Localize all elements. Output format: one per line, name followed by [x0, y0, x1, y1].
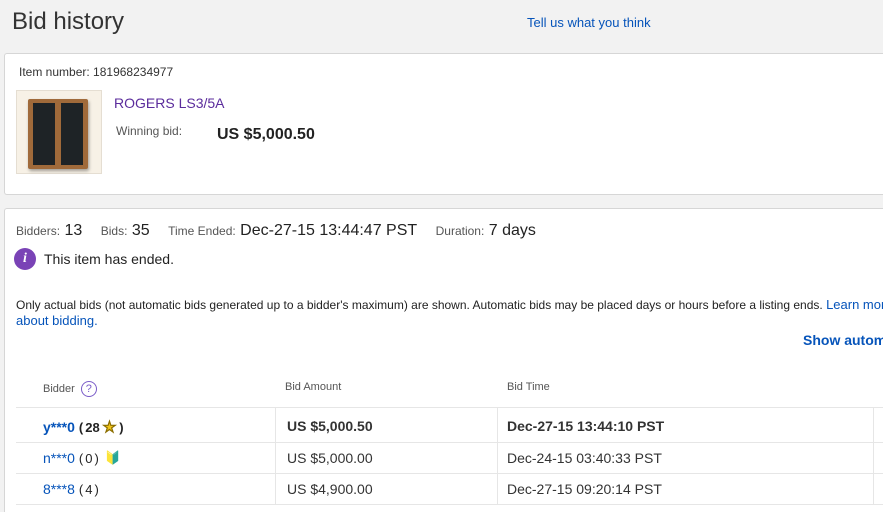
duration-label: Duration: [435, 224, 485, 238]
bidder-link[interactable]: y***0 [43, 419, 75, 435]
new-user-icon: 🔰 [104, 450, 122, 465]
table-header: Bidder ? Bid Amount Bid Time [16, 374, 883, 408]
page-title: Bid history [12, 8, 125, 35]
item-title-link[interactable]: ROGERS LS3/5A [114, 95, 225, 111]
item-number-label: Item number: [19, 65, 90, 79]
info-icon: i [14, 248, 36, 270]
speaker-image [28, 99, 88, 169]
feedback-close: ) [94, 450, 99, 466]
header-bidder-label: Bidder [43, 383, 75, 395]
header-bidder: Bidder ? [43, 381, 97, 397]
bid-amount-cell: US $5,000.50 [287, 418, 373, 434]
time-ended-value: Dec-27-15 13:44:47 PST [240, 222, 418, 239]
bidder-cell: n***0 ( 0 ) 🔰 [43, 450, 121, 466]
bid-history-table: Bidder ? Bid Amount Bid Time y***0 ( 28 … [16, 374, 883, 505]
feedback-link[interactable]: Tell us what you think [527, 15, 651, 30]
item-thumbnail[interactable] [16, 90, 102, 174]
winning-bid-label: Winning bid: [116, 124, 183, 138]
bid-amount-cell: US $5,000.00 [287, 450, 373, 466]
table-row: 8***8 ( 4 ) US $4,900.00 Dec-27-15 09:20… [16, 474, 883, 505]
bids-count: 35 [131, 222, 150, 239]
bidder-link[interactable]: 8***8 [43, 481, 75, 497]
item-number-value: 181968234977 [93, 65, 174, 79]
feedback-score[interactable]: 28 [85, 420, 99, 435]
item-ended-text: This item has ended. [44, 251, 174, 267]
item-ended-status: i This item has ended. [14, 248, 174, 270]
feedback-score[interactable]: 4 [85, 482, 92, 497]
bidders-label: Bidders: [16, 224, 61, 238]
feedback-score[interactable]: 0 [85, 451, 92, 466]
bids-notice-text: Only actual bids (not automatic bids gen… [16, 298, 823, 312]
bid-time-cell: Dec-27-15 13:44:10 PST [507, 418, 665, 434]
header-bid-amount: Bid Amount [285, 381, 342, 393]
time-ended-label: Time Ended: [168, 224, 236, 238]
table-row: y***0 ( 28 ★ ) US $5,000.50 Dec-27-15 13… [16, 408, 883, 443]
bid-time-cell: Dec-27-15 09:20:14 PST [507, 481, 662, 497]
item-number: Item number: 181968234977 [19, 65, 173, 79]
feedback-open: ( [78, 481, 84, 497]
feedback-open: ( [78, 419, 84, 435]
feedback-close: ) [119, 419, 124, 435]
show-automatic-bids-link[interactable]: Show automatic bids [803, 332, 883, 348]
auction-stats: Bidders: 13 Bids: 35 Time Ended: Dec-27-… [16, 222, 550, 240]
duration-value: 7 days [488, 222, 536, 239]
header-bid-time: Bid Time [507, 381, 550, 393]
table-row: n***0 ( 0 ) 🔰 US $5,000.00 Dec-24-15 03:… [16, 443, 883, 474]
bids-notice: Only actual bids (not automatic bids gen… [16, 297, 883, 329]
bidder-cell: 8***8 ( 4 ) [43, 481, 99, 497]
help-icon[interactable]: ? [80, 381, 97, 397]
bidder-cell: y***0 ( 28 ★ ) [43, 418, 124, 437]
bidder-link[interactable]: n***0 [43, 450, 75, 466]
bid-time-cell: Dec-24-15 03:40:33 PST [507, 450, 662, 466]
feedback-close: ) [94, 481, 99, 497]
bid-amount-cell: US $4,900.00 [287, 481, 373, 497]
star-icon[interactable]: ★ [102, 418, 116, 437]
feedback-open: ( [78, 450, 84, 466]
winning-bid-value: US $5,000.50 [217, 126, 315, 143]
item-summary-card: Item number: 181968234977 ROGERS LS3/5A … [4, 53, 883, 195]
bidders-count: 13 [64, 222, 83, 239]
bid-history-card: Bidders: 13 Bids: 35 Time Ended: Dec-27-… [4, 208, 883, 512]
bids-label: Bids: [100, 224, 128, 238]
